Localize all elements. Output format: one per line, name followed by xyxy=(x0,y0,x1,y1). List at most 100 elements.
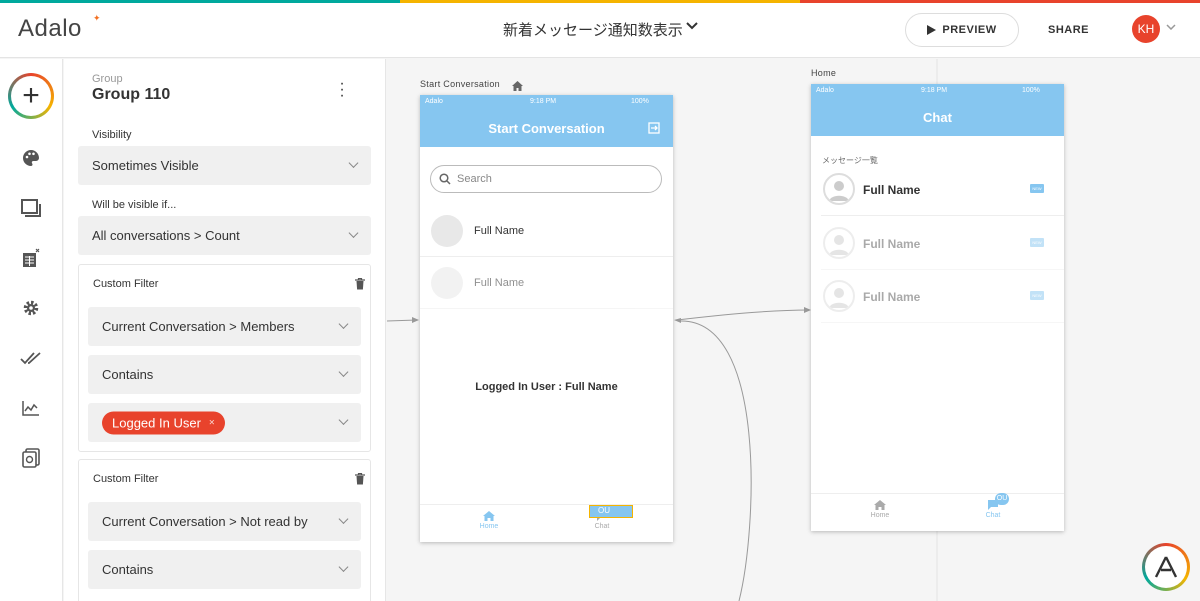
preview-button[interactable]: PREVIEW xyxy=(905,13,1019,47)
adalo-mark-icon xyxy=(1154,556,1178,578)
new-badge: NEW xyxy=(1030,238,1044,247)
visible-if-value: All conversations > Count xyxy=(92,228,240,243)
filter-field-value: Current Conversation > Members xyxy=(102,319,295,334)
group-type-label: Group xyxy=(92,73,123,85)
new-badge: NEW xyxy=(1030,184,1044,193)
add-icon: + xyxy=(22,79,40,112)
list-item-name: Full Name xyxy=(474,225,525,237)
filter-field-select[interactable]: Current Conversation > Members xyxy=(88,307,361,346)
screen-title: Start Conversation xyxy=(488,121,605,136)
chevron-down-icon xyxy=(338,366,349,377)
remove-chip-icon[interactable]: × xyxy=(209,417,215,428)
filter-field-select[interactable]: Current Conversation > Not read by xyxy=(88,502,361,541)
screen-label-start[interactable]: Start Conversation xyxy=(420,79,500,89)
home-icon xyxy=(483,511,495,521)
status-carrier: Adalo xyxy=(425,98,443,105)
list-item-name: Full Name xyxy=(863,237,921,251)
visible-if-label: Will be visible if... xyxy=(92,199,177,211)
tab-label: Home xyxy=(870,512,890,519)
chip-label: Logged In User xyxy=(112,415,201,430)
search-icon xyxy=(439,173,451,185)
status-carrier: Adalo xyxy=(816,87,834,94)
visibility-value: Sometimes Visible xyxy=(92,158,199,173)
tab-label: Chat xyxy=(985,512,1001,519)
list-item[interactable]: Full Name NEW xyxy=(821,270,1064,323)
account-chevron-icon[interactable] xyxy=(1166,22,1176,33)
trash-icon[interactable] xyxy=(355,278,365,290)
screen-label-home[interactable]: Home xyxy=(811,68,836,78)
chat-badge[interactable]: OU xyxy=(995,493,1009,505)
filter-operator-value: Contains xyxy=(102,562,154,577)
search-input[interactable]: Search xyxy=(430,165,662,193)
add-component-button[interactable]: + xyxy=(8,73,54,119)
palette-icon[interactable] xyxy=(20,147,42,169)
builder-canvas[interactable]: Start Conversation Adalo 9:18 PM 100% St… xyxy=(387,59,1200,601)
filter-value-select[interactable]: Logged In User × xyxy=(88,403,361,442)
custom-filter-title: Custom Filter xyxy=(93,473,159,485)
custom-filter-title: Custom Filter xyxy=(93,278,159,290)
custom-filter-1: Custom Filter Current Conversation > Mem… xyxy=(78,264,371,452)
visible-if-select[interactable]: All conversations > Count xyxy=(78,216,371,255)
chevron-down-icon xyxy=(338,414,349,425)
chevron-down-icon xyxy=(348,227,359,238)
filter-operator-value: Contains xyxy=(102,367,154,382)
tab-label: Chat xyxy=(594,523,610,530)
tab-bar: Home Chat OU xyxy=(811,493,1064,531)
custom-filter-2: Custom Filter Current Conversation > Not… xyxy=(78,459,371,601)
chat-badge[interactable]: OU xyxy=(589,505,633,518)
logged-in-user-chip[interactable]: Logged In User × xyxy=(102,411,225,434)
new-badge: NEW xyxy=(1030,291,1044,300)
group-name[interactable]: Group 110 xyxy=(92,86,170,104)
chevron-down-icon xyxy=(338,513,349,524)
home-icon xyxy=(874,500,886,510)
filter-operator-select[interactable]: Contains xyxy=(88,355,361,394)
user-avatar[interactable]: KH xyxy=(1132,15,1160,43)
filter-operator-select[interactable]: Contains xyxy=(88,550,361,589)
visibility-select[interactable]: Sometimes Visible xyxy=(78,146,371,185)
home-chat-screen[interactable]: Adalo 9:18 PM 100% Chat メッセージ一覧 Full Nam… xyxy=(811,84,1064,531)
list-item[interactable]: Full Name NEW xyxy=(821,217,1064,270)
publish-icon[interactable] xyxy=(20,347,42,369)
status-time: 9:18 PM xyxy=(921,87,948,94)
adalo-help-logo[interactable] xyxy=(1142,543,1190,591)
screens-icon[interactable] xyxy=(20,197,42,219)
image-placeholder-icon xyxy=(431,267,463,299)
play-icon xyxy=(927,25,937,35)
more-options-icon[interactable]: · · · xyxy=(334,76,350,104)
list-item-name: Full Name xyxy=(863,290,921,304)
settings-icon[interactable] xyxy=(20,297,42,319)
adalo-logo[interactable]: Adalo xyxy=(18,15,82,43)
screen-title: Chat xyxy=(923,110,952,125)
share-button[interactable]: SHARE xyxy=(1048,24,1089,36)
analytics-icon[interactable] xyxy=(20,397,42,419)
start-conversation-screen[interactable]: Adalo 9:18 PM 100% Start Conversation Se… xyxy=(420,95,673,542)
status-time: 9:18 PM xyxy=(530,98,557,105)
list-item[interactable]: Full Name xyxy=(420,257,673,309)
list-item[interactable]: Full Name xyxy=(420,205,673,257)
avatar xyxy=(823,227,855,259)
tab-label: Home xyxy=(479,523,499,530)
tab-home[interactable]: Home xyxy=(469,511,509,530)
status-battery: 100% xyxy=(631,98,649,105)
home-screen-icon xyxy=(512,78,523,96)
image-placeholder-icon xyxy=(431,215,463,247)
filter-field-value: Current Conversation > Not read by xyxy=(102,514,308,529)
tab-bar: Home Chat OU xyxy=(420,504,673,542)
chevron-down-icon xyxy=(348,157,359,168)
screen-header: Adalo 9:18 PM 100% Start Conversation xyxy=(420,95,673,147)
trash-icon[interactable] xyxy=(355,473,365,485)
status-battery: 100% xyxy=(1022,87,1040,94)
list-item-name: Full Name xyxy=(863,183,921,197)
logged-in-user-text: Logged In User : Full Name xyxy=(475,381,618,393)
tab-home[interactable]: Home xyxy=(860,500,900,519)
app-title[interactable]: 新着メッセージ通知数表示 xyxy=(503,19,683,40)
avatar xyxy=(823,173,855,205)
list-item[interactable]: Full Name NEW xyxy=(821,163,1064,216)
marketplace-icon[interactable] xyxy=(20,447,42,469)
logout-icon[interactable] xyxy=(648,122,660,134)
database-icon[interactable] xyxy=(20,247,42,269)
chevron-down-icon[interactable] xyxy=(686,17,698,33)
top-bar: Adalo ✦ 新着メッセージ通知数表示 PREVIEW SHARE KH xyxy=(0,3,1200,58)
avatar xyxy=(823,280,855,312)
properties-panel: Group Group 110 · · · Visibility Sometimes… xyxy=(64,59,386,601)
